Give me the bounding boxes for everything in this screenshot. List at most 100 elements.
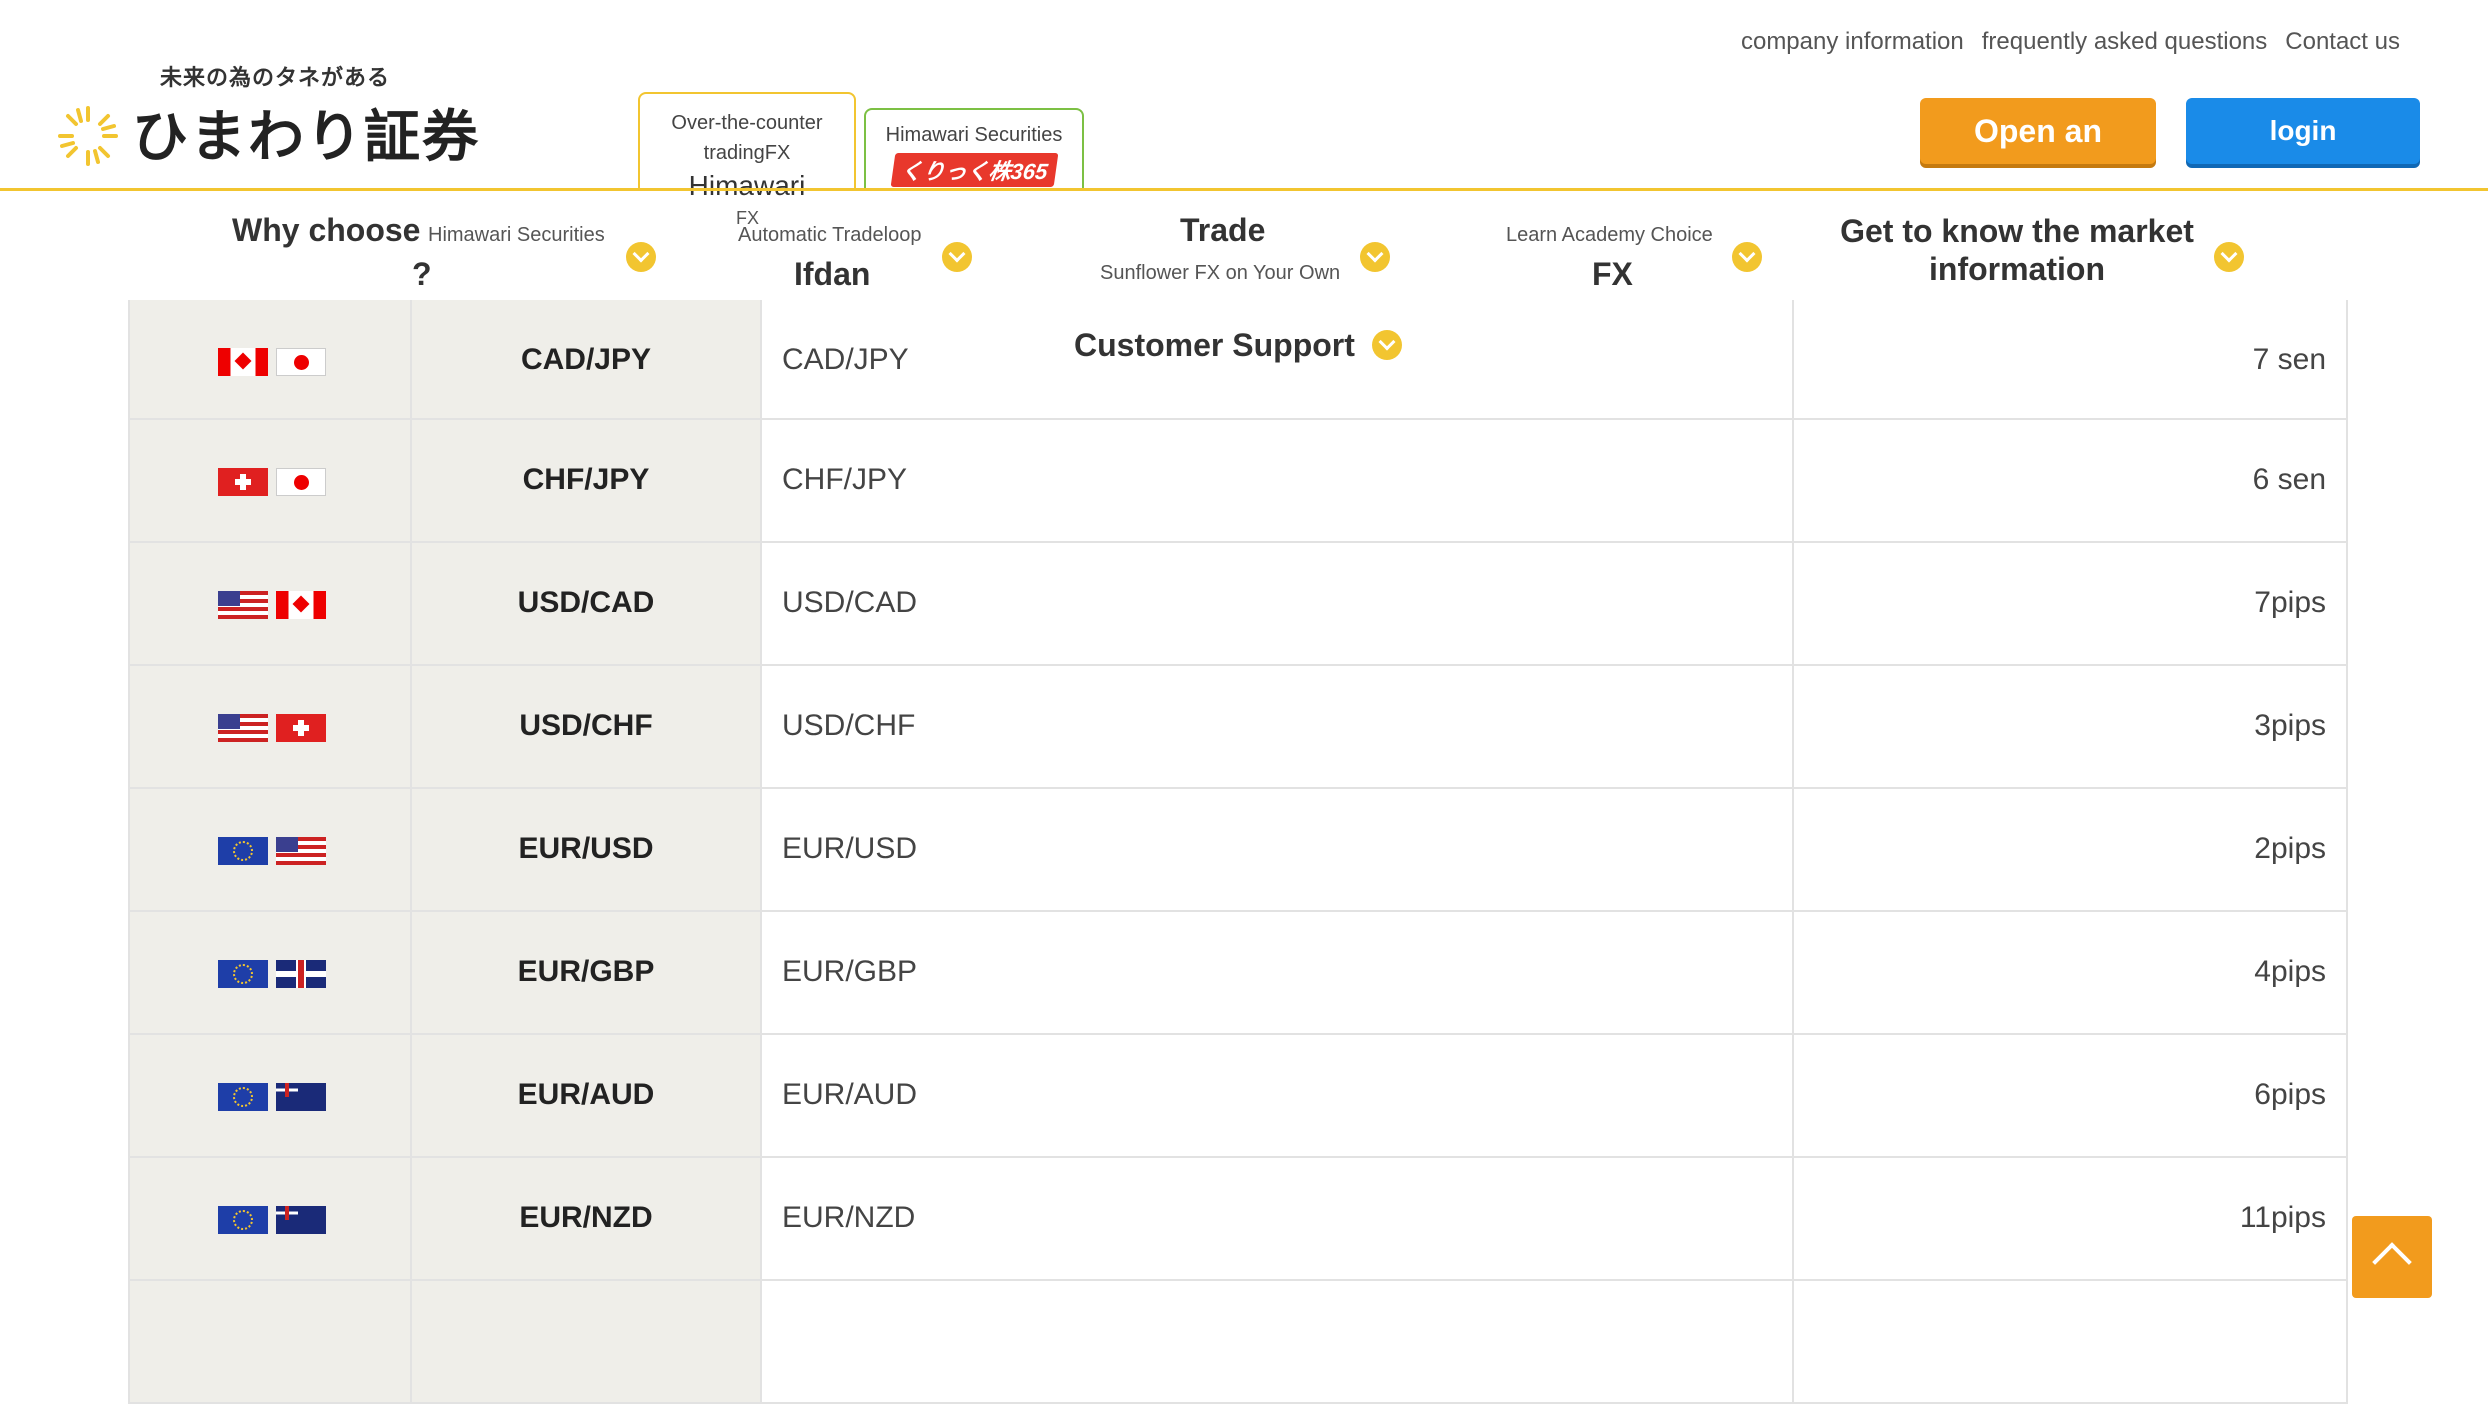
table-row: USD/CHF USD/CHF 3pips bbox=[128, 666, 2348, 789]
logo-tagline: 未来の為のタネがある bbox=[160, 65, 391, 90]
flag-pair bbox=[218, 1206, 326, 1234]
tab-click-kabu-caption: Himawari Securities bbox=[885, 124, 1063, 146]
company-information-link[interactable]: company information bbox=[1741, 28, 1964, 56]
currency-pair-code: EUR/NZD bbox=[412, 1158, 762, 1279]
tab-click-kabu-365[interactable]: Himawari Securities くりっく株365 bbox=[864, 108, 1084, 190]
currency-pair-name: USD/CAD bbox=[762, 543, 1794, 664]
currency-pair-code: EUR/USD bbox=[412, 789, 762, 910]
currency-pair-code bbox=[412, 1281, 762, 1402]
nav-trade-sub: Sunflower FX on Your Own bbox=[1100, 262, 1341, 284]
nav-learn-sub: Learn Academy Choice bbox=[1506, 224, 1713, 246]
click-kabu-365-badge: くりっく株365 bbox=[890, 153, 1058, 187]
table-row bbox=[128, 1281, 2348, 1404]
flag-cell bbox=[128, 666, 412, 787]
spread-value: 2pips bbox=[1794, 789, 2348, 910]
flag-cell bbox=[128, 1158, 412, 1279]
sunflower-logo-icon[interactable] bbox=[56, 104, 120, 168]
currency-pair-code: EUR/GBP bbox=[412, 912, 762, 1033]
nav-himawari-fx-sub: FX bbox=[736, 208, 760, 228]
login-button[interactable]: login bbox=[2186, 98, 2420, 164]
spread-value: 4pips bbox=[1794, 912, 2348, 1033]
spread-value: 7 sen bbox=[1794, 300, 2348, 418]
flag-ca-icon bbox=[276, 591, 326, 619]
nav-customer-support-label: Customer Support bbox=[1074, 327, 1355, 363]
flag-eu-icon bbox=[218, 960, 268, 988]
faq-link[interactable]: frequently asked questions bbox=[1982, 28, 2268, 56]
tab-himawari-fx-title: Himawari bbox=[688, 170, 806, 201]
spread-value: 11pips bbox=[1794, 1158, 2348, 1279]
currency-pair-name: EUR/GBP bbox=[762, 912, 1794, 1033]
header-divider bbox=[0, 188, 2488, 191]
currency-pair-code: CAD/JPY bbox=[412, 300, 762, 418]
nav-why-choose-q: ? bbox=[412, 256, 432, 292]
tab-himawari-fx-caption: Over-the-counter tradingFX bbox=[671, 112, 823, 164]
currency-pair-code: EUR/AUD bbox=[412, 1035, 762, 1156]
nav-trade[interactable]: Trade Sunflower FX on Your Own bbox=[1098, 212, 1398, 292]
table-row: EUR/GBP EUR/GBP 4pips bbox=[128, 912, 2348, 1035]
flag-ch-icon bbox=[276, 714, 326, 742]
flag-cell bbox=[128, 300, 412, 418]
flag-cell bbox=[128, 912, 412, 1033]
flag-cell bbox=[128, 420, 412, 541]
nav-market-info-label: Get to know the market information bbox=[1840, 213, 2194, 287]
flag-pair bbox=[218, 960, 326, 988]
currency-pair-name: EUR/AUD bbox=[762, 1035, 1794, 1156]
flag-au-icon bbox=[276, 1083, 326, 1111]
back-to-top-button[interactable] bbox=[2352, 1216, 2432, 1298]
currency-pair-name: EUR/NZD bbox=[762, 1158, 1794, 1279]
flag-eu-icon bbox=[218, 1083, 268, 1111]
flag-ca-icon bbox=[218, 348, 268, 376]
flag-pair bbox=[218, 714, 326, 742]
flag-pair bbox=[218, 348, 326, 376]
nav-auto-trade-sub: Automatic Tradeloop bbox=[738, 224, 922, 246]
open-account-button[interactable]: Open an bbox=[1920, 98, 2156, 164]
table-row: USD/CAD USD/CAD 7pips bbox=[128, 543, 2348, 666]
currency-pair-name: EUR/USD bbox=[762, 789, 1794, 910]
chevron-down-icon bbox=[942, 242, 972, 272]
flag-pair bbox=[218, 1083, 326, 1111]
chevron-down-icon bbox=[626, 242, 656, 272]
flag-pair bbox=[218, 591, 326, 619]
table-row: CHF/JPY CHF/JPY 6 sen bbox=[128, 420, 2348, 543]
spread-value: 6pips bbox=[1794, 1035, 2348, 1156]
currency-pair-name bbox=[762, 1281, 1794, 1402]
flag-gb-icon bbox=[276, 960, 326, 988]
chevron-down-icon bbox=[2214, 242, 2244, 272]
flag-cell bbox=[128, 543, 412, 664]
nav-auto-trade[interactable]: Automatic Tradeloop Ifdan FX bbox=[736, 208, 976, 292]
currency-pair-name: CHF/JPY bbox=[762, 420, 1794, 541]
flag-jp-icon bbox=[276, 468, 326, 496]
currency-pair-code: CHF/JPY bbox=[412, 420, 762, 541]
spread-value: 6 sen bbox=[1794, 420, 2348, 541]
nav-learn-label: FX bbox=[1592, 256, 1633, 292]
table-row: EUR/NZD EUR/NZD 11pips bbox=[128, 1158, 2348, 1281]
nav-why-choose[interactable]: Why choose Himawari Securities ? bbox=[232, 212, 656, 292]
site-header: 未来の為のタネがある ひまわり証券 company information fr… bbox=[0, 0, 2488, 201]
flag-us-icon bbox=[276, 837, 326, 865]
flag-nz-icon bbox=[276, 1206, 326, 1234]
spread-value: 3pips bbox=[1794, 666, 2348, 787]
flag-eu-icon bbox=[218, 837, 268, 865]
nav-customer-support[interactable]: Customer Support bbox=[1074, 326, 1402, 364]
table-row: EUR/USD EUR/USD 2pips bbox=[128, 789, 2348, 912]
flag-us-icon bbox=[218, 714, 268, 742]
spread-table: CAD/JPY CAD/JPY 7 sen CHF/JPY CHF/JPY 6 … bbox=[128, 300, 2348, 1404]
chevron-down-icon bbox=[1360, 242, 1390, 272]
chevron-down-icon bbox=[1732, 242, 1762, 272]
spread-value bbox=[1794, 1281, 2348, 1402]
nav-auto-trade-label: Ifdan bbox=[794, 256, 871, 292]
currency-pair-code: USD/CHF bbox=[412, 666, 762, 787]
flag-pair bbox=[218, 837, 326, 865]
logo-wordmark[interactable]: ひまわり証券 bbox=[132, 92, 480, 173]
flag-eu-icon bbox=[218, 1206, 268, 1234]
contact-us-link[interactable]: Contact us bbox=[2285, 28, 2400, 56]
spread-value: 7pips bbox=[1794, 543, 2348, 664]
flag-us-icon bbox=[218, 591, 268, 619]
nav-learn[interactable]: Learn Academy Choice FX bbox=[1506, 222, 1776, 292]
flag-jp-icon bbox=[276, 348, 326, 376]
tab-himawari-fx[interactable]: Over-the-counter tradingFX Himawari bbox=[638, 92, 856, 201]
chevron-down-icon bbox=[1371, 330, 1402, 360]
currency-pair-name: USD/CHF bbox=[762, 666, 1794, 787]
currency-pair-code: USD/CAD bbox=[412, 543, 762, 664]
nav-market-info[interactable]: Get to know the market information bbox=[1832, 212, 2262, 292]
